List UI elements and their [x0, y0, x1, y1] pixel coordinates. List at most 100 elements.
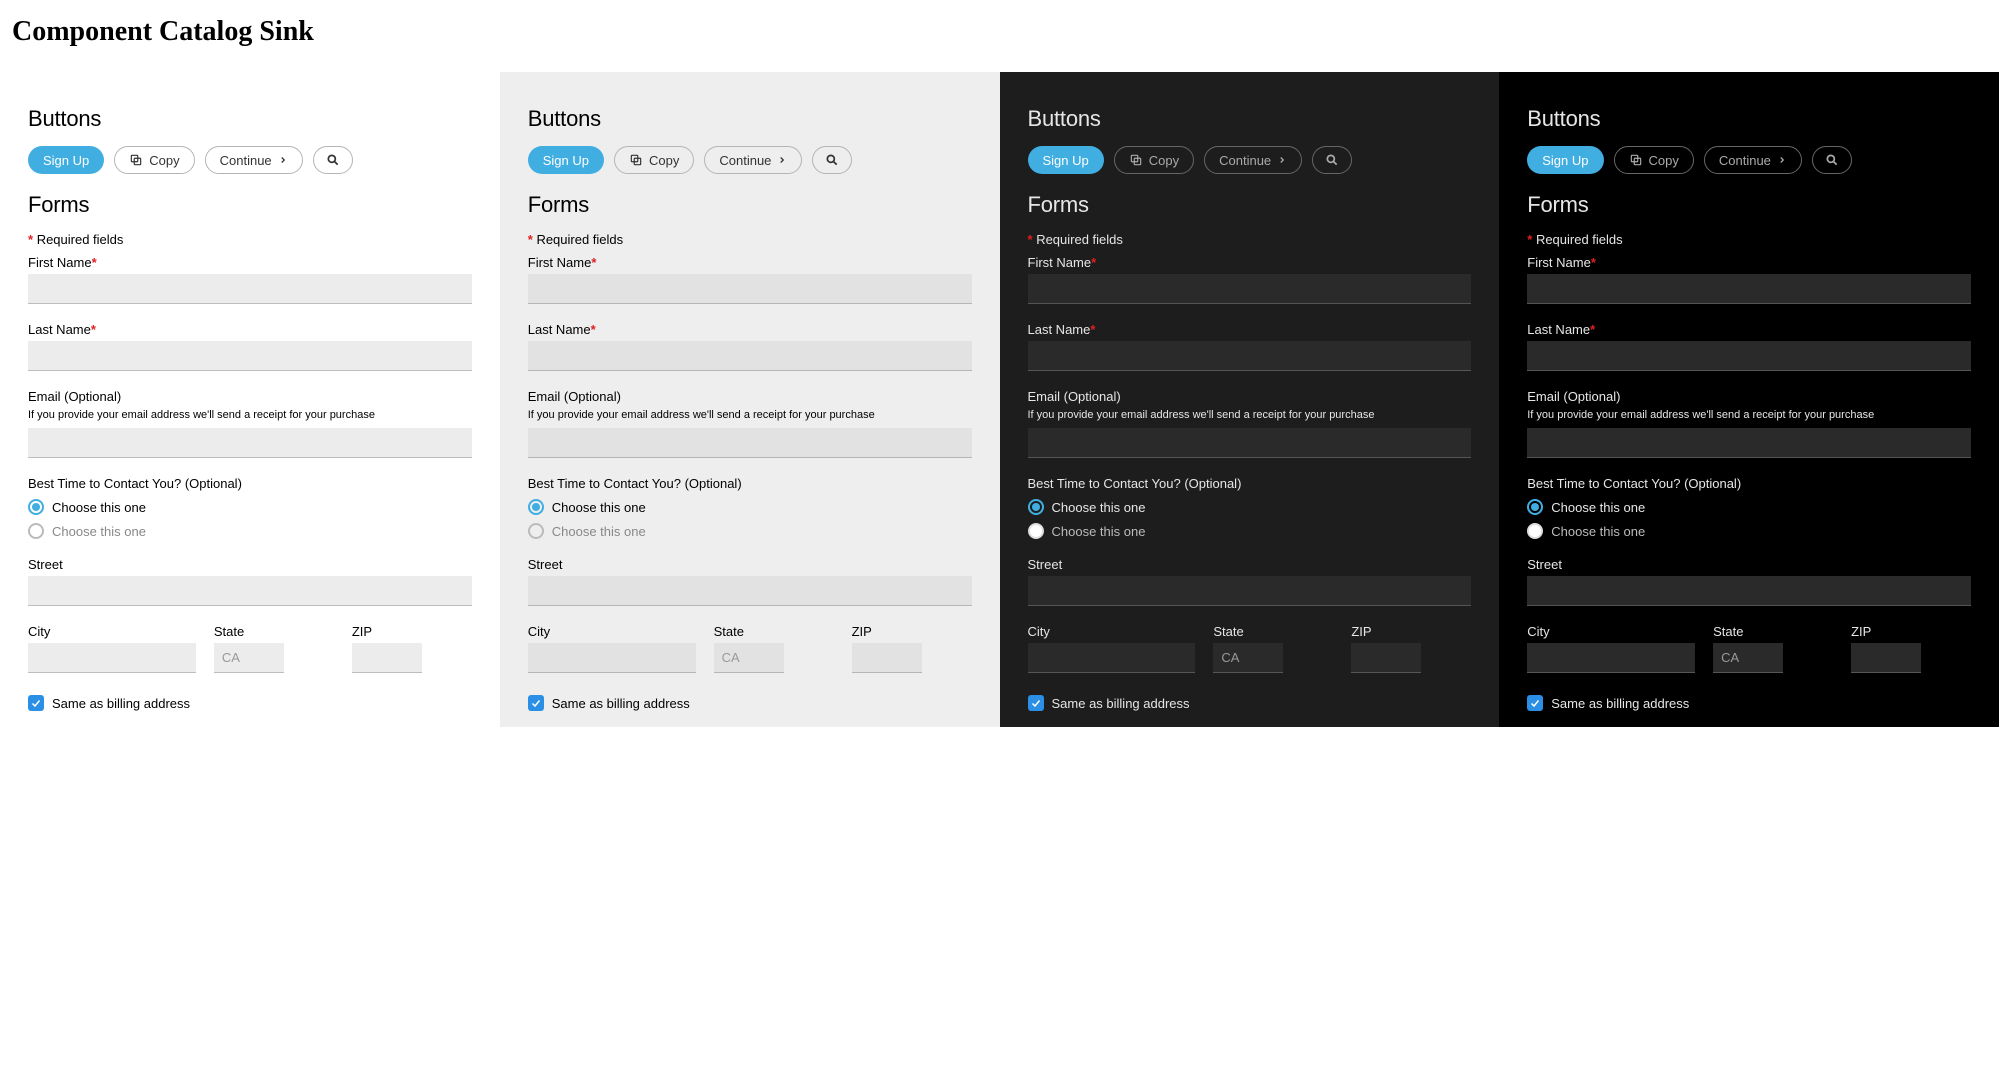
search-button[interactable]	[1312, 146, 1352, 174]
city-input[interactable]	[528, 643, 696, 673]
street-label: Street	[1028, 557, 1472, 572]
email-input[interactable]	[1028, 428, 1472, 458]
email-input[interactable]	[28, 428, 472, 458]
last-name-label: Last Name*	[1028, 322, 1472, 337]
street-input[interactable]	[528, 576, 972, 606]
last-name-input[interactable]	[28, 341, 472, 371]
copy-button-label: Copy	[1149, 153, 1179, 168]
first-name-input[interactable]	[1028, 274, 1472, 304]
last-name-label: Last Name*	[1527, 322, 1971, 337]
first-name-label: First Name*	[1028, 255, 1472, 270]
first-name-input[interactable]	[1527, 274, 1971, 304]
signup-button[interactable]: Sign Up	[1028, 146, 1104, 174]
signup-button[interactable]: Sign Up	[28, 146, 104, 174]
checkbox-checked-icon	[28, 695, 44, 711]
radio-option-2[interactable]: Choose this one	[1527, 523, 1971, 539]
city-label: City	[1028, 624, 1196, 639]
continue-button-label: Continue	[1719, 153, 1771, 168]
radio-option-1[interactable]: Choose this one	[528, 499, 972, 515]
zip-input[interactable]	[1351, 643, 1421, 673]
copy-button[interactable]: Copy	[114, 146, 194, 174]
email-label: Email (Optional)	[1028, 389, 1472, 404]
email-input[interactable]	[528, 428, 972, 458]
first-name-input[interactable]	[528, 274, 972, 304]
email-input[interactable]	[1527, 428, 1971, 458]
copy-icon	[1129, 153, 1143, 167]
search-button[interactable]	[313, 146, 353, 174]
city-label: City	[1527, 624, 1695, 639]
continue-button[interactable]: Continue	[205, 146, 303, 174]
continue-button[interactable]: Continue	[704, 146, 802, 174]
required-fields-note: * Required fields	[28, 232, 472, 247]
last-name-input[interactable]	[1028, 341, 1472, 371]
zip-input[interactable]	[1851, 643, 1921, 673]
same-billing-checkbox[interactable]: Same as billing address	[528, 695, 972, 711]
street-input[interactable]	[1527, 576, 1971, 606]
first-name-input[interactable]	[28, 274, 472, 304]
last-name-label: Last Name*	[528, 322, 972, 337]
email-help: If you provide your email address we'll …	[1527, 408, 1971, 422]
section-heading-forms: Forms	[1527, 192, 1971, 218]
continue-button[interactable]: Continue	[1204, 146, 1302, 174]
required-fields-note: * Required fields	[1028, 232, 1472, 247]
copy-button-label: Copy	[649, 153, 679, 168]
search-button[interactable]	[812, 146, 852, 174]
copy-button[interactable]: Copy	[1114, 146, 1194, 174]
continue-button-label: Continue	[1219, 153, 1271, 168]
state-input[interactable]	[1713, 643, 1783, 673]
state-input[interactable]	[214, 643, 284, 673]
radio-dot-icon	[528, 523, 544, 539]
copy-button-label: Copy	[149, 153, 179, 168]
signup-button[interactable]: Sign Up	[528, 146, 604, 174]
radio-option-2-label: Choose this one	[1551, 524, 1645, 539]
radio-option-1[interactable]: Choose this one	[1527, 499, 1971, 515]
street-label: Street	[528, 557, 972, 572]
same-billing-checkbox[interactable]: Same as billing address	[28, 695, 472, 711]
required-asterisk: *	[1527, 232, 1532, 247]
last-name-label: Last Name*	[28, 322, 472, 337]
zip-input[interactable]	[352, 643, 422, 673]
radio-option-1-label: Choose this one	[552, 500, 646, 515]
same-billing-checkbox[interactable]: Same as billing address	[1527, 695, 1971, 711]
copy-icon	[1629, 153, 1643, 167]
radio-dot-checked-icon	[28, 499, 44, 515]
continue-button[interactable]: Continue	[1704, 146, 1802, 174]
last-name-input[interactable]	[528, 341, 972, 371]
copy-button[interactable]: Copy	[614, 146, 694, 174]
contact-time-radiogroup: Choose this one Choose this one	[28, 499, 472, 539]
radio-option-2[interactable]: Choose this one	[528, 523, 972, 539]
radio-dot-icon	[1527, 523, 1543, 539]
search-icon	[1325, 153, 1339, 167]
last-name-input[interactable]	[1527, 341, 1971, 371]
radio-option-2[interactable]: Choose this one	[28, 523, 472, 539]
same-billing-checkbox[interactable]: Same as billing address	[1028, 695, 1472, 711]
same-billing-label: Same as billing address	[1052, 696, 1190, 711]
search-button[interactable]	[1812, 146, 1852, 174]
street-label: Street	[1527, 557, 1971, 572]
first-name-label: First Name*	[28, 255, 472, 270]
continue-button-label: Continue	[220, 153, 272, 168]
signup-button[interactable]: Sign Up	[1527, 146, 1603, 174]
state-input[interactable]	[1213, 643, 1283, 673]
street-input[interactable]	[28, 576, 472, 606]
checkbox-checked-icon	[1527, 695, 1543, 711]
section-heading-buttons: Buttons	[1527, 106, 1971, 132]
city-input[interactable]	[1527, 643, 1695, 673]
first-name-label: First Name*	[1527, 255, 1971, 270]
radio-option-2[interactable]: Choose this one	[1028, 523, 1472, 539]
city-input[interactable]	[28, 643, 196, 673]
radio-option-1[interactable]: Choose this one	[28, 499, 472, 515]
button-row: Sign Up Copy Continue	[1527, 146, 1971, 174]
city-input[interactable]	[1028, 643, 1196, 673]
search-icon	[1825, 153, 1839, 167]
street-input[interactable]	[1028, 576, 1472, 606]
state-input[interactable]	[714, 643, 784, 673]
section-heading-buttons: Buttons	[28, 106, 472, 132]
copy-button[interactable]: Copy	[1614, 146, 1694, 174]
copy-button-label: Copy	[1649, 153, 1679, 168]
contact-time-radiogroup: Choose this one Choose this one	[528, 499, 972, 539]
radio-option-1[interactable]: Choose this one	[1028, 499, 1472, 515]
email-help: If you provide your email address we'll …	[1028, 408, 1472, 422]
contact-time-label: Best Time to Contact You? (Optional)	[28, 476, 472, 491]
zip-input[interactable]	[852, 643, 922, 673]
